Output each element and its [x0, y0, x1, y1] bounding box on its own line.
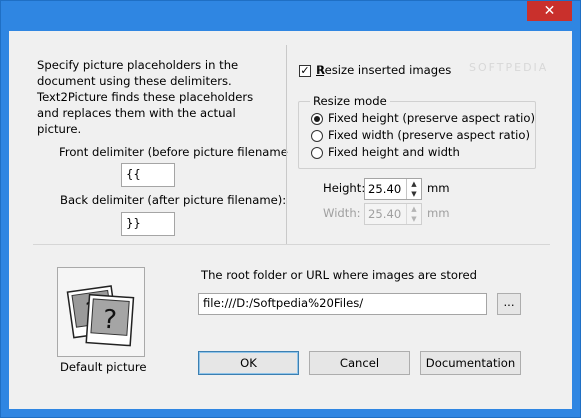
fixed-width-radio[interactable]	[311, 130, 323, 142]
height-label: Height:	[323, 181, 366, 195]
resize-images-label: RResize inserted images	[316, 63, 452, 77]
watermark-text: SOFTPEDIA	[469, 61, 549, 74]
cancel-button[interactable]: Cancel	[309, 351, 410, 375]
ok-button[interactable]: OK	[198, 351, 299, 375]
width-spinner[interactable]: 25.40 ▲ ▼	[364, 203, 422, 225]
fixed-height-width-label: Fixed height and width	[328, 145, 460, 159]
picture-placeholder-icon: ? ?	[66, 285, 135, 347]
default-picture-button[interactable]: ? ?	[57, 267, 145, 357]
horizontal-divider	[33, 244, 550, 245]
documentation-button[interactable]: Documentation	[420, 351, 521, 375]
fixed-width-label: Fixed width (preserve aspect ratio)	[328, 128, 531, 142]
width-label: Width:	[323, 206, 361, 220]
fixed-height-width-radio[interactable]	[311, 147, 323, 159]
delimiter-instructions: Specify picture placeholders in the docu…	[37, 58, 254, 136]
height-spinner-arrows-icon[interactable]: ▲ ▼	[406, 179, 421, 199]
width-spinner-arrows-icon[interactable]: ▲ ▼	[406, 204, 421, 224]
dialog-window: ✕ Specify picture placeholders in the do…	[0, 0, 581, 418]
close-icon: ✕	[543, 3, 556, 19]
resize-mode-title: Resize mode	[310, 94, 390, 108]
vertical-divider	[286, 45, 287, 245]
dialog-body: Specify picture placeholders in the docu…	[9, 31, 572, 409]
front-delimiter-field[interactable]: {{	[121, 163, 175, 187]
back-delimiter-label: Back delimiter (after picture filename):	[60, 193, 287, 207]
close-button[interactable]: ✕	[527, 1, 572, 21]
fixed-height-radio[interactable]	[311, 113, 323, 125]
title-bar: ✕	[1, 1, 580, 31]
svg-text:?: ?	[102, 305, 118, 336]
width-unit: mm	[427, 206, 450, 220]
back-delimiter-field[interactable]: }}	[121, 212, 175, 236]
height-spinner[interactable]: 25.40 ▲ ▼	[364, 178, 422, 200]
resize-images-checkbox[interactable]: ✓	[299, 65, 311, 77]
root-folder-label: The root folder or URL where images are …	[201, 268, 477, 282]
fixed-height-label: Fixed height (preserve aspect ratio)	[328, 111, 536, 125]
height-unit: mm	[427, 181, 450, 195]
front-delimiter-label: Front delimiter (before picture filename	[59, 145, 288, 159]
browse-button[interactable]: ...	[497, 293, 521, 315]
default-picture-label: Default picture	[60, 360, 147, 374]
root-folder-field[interactable]: file:///D:/Softpedia%20Files/	[198, 293, 487, 315]
